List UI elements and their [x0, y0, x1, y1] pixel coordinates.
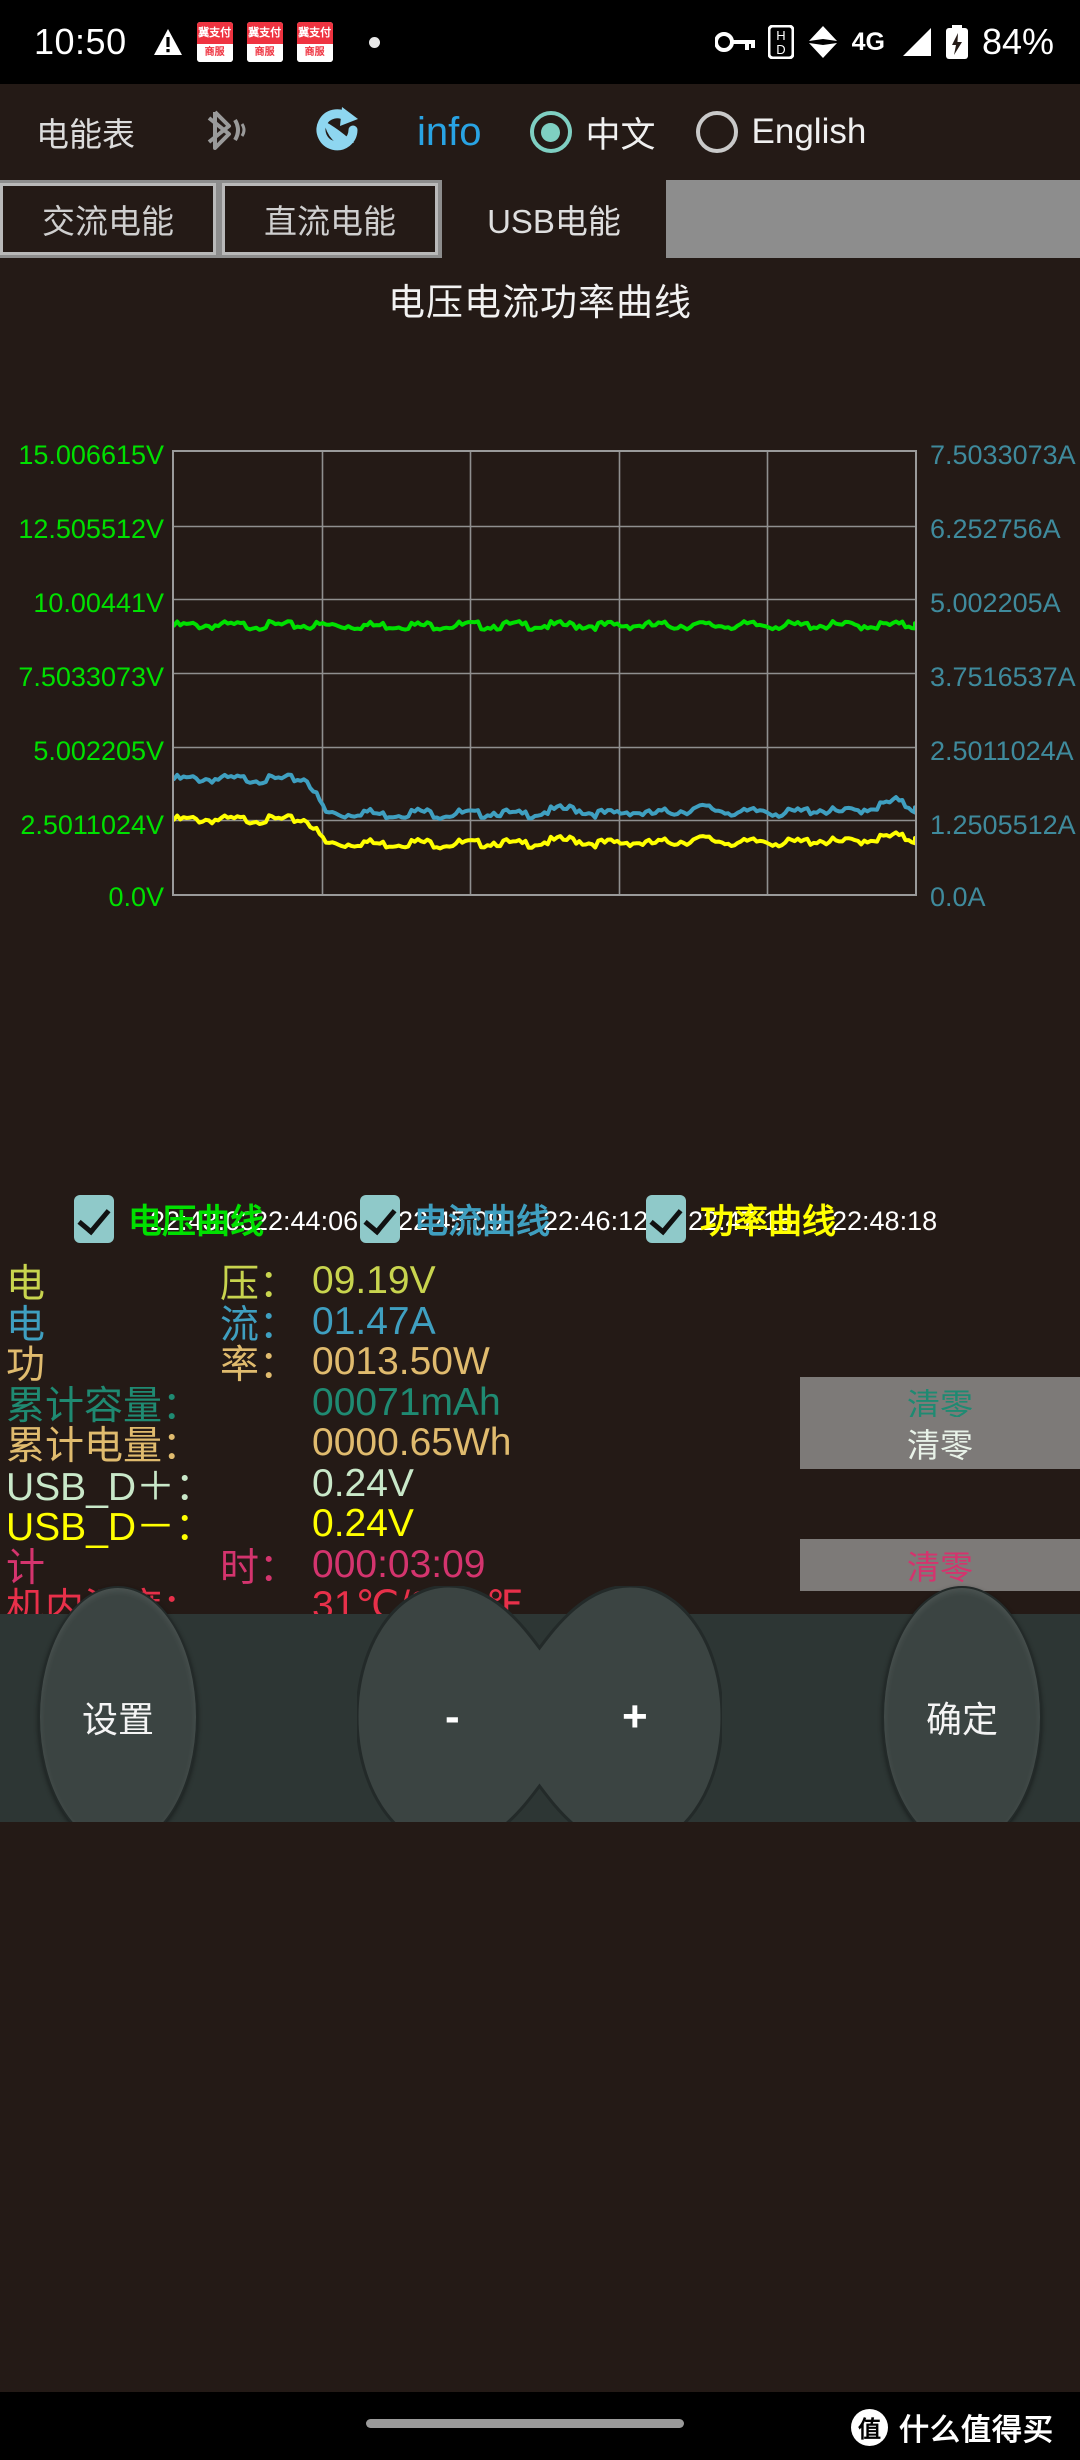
readout-value-usb-dplus: 0.24V — [312, 1461, 414, 1505]
y-axis-left-tick: 2.5011024V — [20, 810, 164, 840]
radio-unselected-icon[interactable] — [695, 111, 738, 153]
y-axis-left-tick: 10.00441V — [33, 588, 164, 618]
clear-timer-button[interactable]: 清零 — [800, 1538, 1080, 1591]
app-badge-bottom: 商服 — [246, 44, 283, 62]
network-type-label: 4G — [851, 27, 885, 56]
y-axis-right-tick: 6.252756A — [930, 514, 1061, 544]
readout-value-power: 0013.50W — [312, 1340, 490, 1384]
readout-value-voltage: 09.19V — [312, 1259, 436, 1303]
empty-area — [0, 1822, 1080, 2392]
readout-value-energy: 0000.65Wh — [312, 1421, 512, 1465]
app-badge-top: 冀支付 — [196, 22, 233, 45]
dot-indicator-icon — [368, 36, 380, 48]
bluetooth-connected-icon[interactable] — [195, 102, 251, 163]
status-bar: 10:50 冀支付 商服 冀支付 商服 冀支付 商服 H D 4G 84% — [0, 0, 1080, 84]
battery-charging-icon — [945, 25, 969, 59]
minus-button-label[interactable]: - — [445, 1692, 460, 1742]
legend-label-current: 电流曲线 — [414, 1203, 550, 1241]
app-badge: 冀支付 商服 — [196, 22, 233, 62]
language-option-chinese[interactable]: 中文 — [529, 107, 656, 158]
phone-screen: 10:50 冀支付 商服 冀支付 商服 冀支付 商服 H D 4G 84% 电能… — [0, 0, 1080, 2460]
chart-canvas — [174, 452, 915, 894]
app-badge-bottom: 商服 — [196, 44, 233, 62]
app-badge: 冀支付 商服 — [296, 22, 333, 62]
legend-item-current[interactable]: 电流曲线 — [360, 1194, 550, 1243]
confirm-button[interactable]: 确定 — [882, 1586, 1042, 1848]
app-badge-top: 冀支付 — [296, 22, 333, 45]
warning-triangle-icon — [153, 28, 183, 56]
checkbox-checked-icon[interactable] — [646, 1194, 686, 1243]
app-badge: 冀支付 商服 — [246, 22, 283, 62]
checkbox-checked-icon[interactable] — [74, 1194, 114, 1243]
app-badge-bottom: 商服 — [296, 44, 333, 62]
y-axis-right-tick: 0.0A — [930, 882, 986, 912]
tab-dc-energy[interactable]: 直流电能 — [222, 183, 438, 255]
tab-bar: 交流电能 直流电能 USB电能 — [0, 180, 1080, 258]
main-content: 电压电流功率曲线 15.006615V 12.505512V 10.00441V… — [0, 258, 1080, 1630]
app-header: 电能表 info 中文 English — [0, 84, 1080, 180]
y-axis-right-tick: 2.5011024A — [930, 736, 1074, 766]
settings-button[interactable]: 设置 — [38, 1586, 198, 1848]
chart-title: 电压电流功率曲线 — [388, 282, 692, 323]
app-badge-top: 冀支付 — [246, 22, 283, 45]
app-title: 电能表 — [36, 116, 135, 153]
readout-value-capacity: 00071mAh — [312, 1380, 501, 1424]
status-right-icons: HD 4G 84% — [714, 21, 1054, 63]
chart-area: 15.006615V 12.505512V 10.00441V 7.503307… — [0, 334, 1080, 1236]
tab-usb-energy[interactable]: USB电能 — [442, 180, 666, 258]
hardware-button-bar: 设置 - + 确定 — [0, 1586, 1080, 1848]
gesture-home-bar[interactable] — [366, 2419, 684, 2428]
language-label-english: English — [751, 112, 867, 151]
legend-label-power: 功率曲线 — [700, 1203, 836, 1241]
battery-percent: 84% — [981, 21, 1054, 62]
info-link[interactable]: info — [417, 110, 482, 155]
watermark-text: 什么值得买 — [899, 2414, 1054, 2447]
readout-value-current: 01.47A — [312, 1299, 436, 1343]
language-label-chinese: 中文 — [585, 115, 656, 155]
legend-label-voltage: 电压曲线 — [128, 1203, 264, 1241]
y-axis-right-tick: 7.5033073A — [930, 440, 1076, 470]
y-axis-left-tick: 0.0V — [108, 882, 164, 912]
svg-text:D: D — [776, 42, 785, 57]
tab-ac-energy[interactable]: 交流电能 — [0, 183, 216, 255]
y-axis-right-tick: 5.002205A — [930, 588, 1061, 618]
legend-item-voltage[interactable]: 电压曲线 — [74, 1194, 264, 1243]
legend-item-power[interactable]: 功率曲线 — [646, 1194, 836, 1243]
status-left-icons: 冀支付 商服 冀支付 商服 冀支付 商服 — [153, 22, 380, 62]
y-axis-left-tick: 7.5033073V — [18, 662, 164, 692]
minus-plus-rocker — [357, 1586, 722, 1848]
watermark-logo-icon: 值 — [851, 2408, 888, 2446]
language-option-english[interactable]: English — [695, 111, 867, 153]
plus-button-label[interactable]: + — [622, 1692, 648, 1742]
y-axis-right-tick: 3.7516537A — [930, 662, 1076, 692]
svg-text:H: H — [776, 28, 785, 43]
signal-bars-icon — [898, 27, 932, 57]
data-transfer-icon — [807, 25, 839, 59]
radio-selected-icon[interactable] — [529, 111, 572, 153]
y-axis-left-tick: 5.002205V — [33, 736, 164, 766]
watermark: 值 什么值得买 — [851, 2405, 1054, 2449]
clear-energy-button[interactable]: 清零 — [800, 1417, 1080, 1470]
status-time: 10:50 — [34, 21, 127, 62]
hd-call-icon: HD — [767, 25, 794, 59]
refresh-sync-icon[interactable] — [306, 99, 372, 166]
y-axis-left-tick: 15.006615V — [18, 440, 164, 470]
chart-plot — [172, 450, 917, 896]
readout-value-usb-dminus: 0.24V — [312, 1502, 414, 1546]
y-axis-left-tick: 12.505512V — [18, 514, 164, 544]
measurement-list: 电压： 09.19V 电流： 01.47A 功率： 0013.50W 累计容量：… — [0, 1259, 1080, 1630]
chart-legend: 电压曲线 电流曲线 功率曲线 — [0, 1194, 1080, 1243]
language-radio-group: 中文 English — [529, 107, 867, 158]
checkbox-checked-icon[interactable] — [360, 1194, 400, 1243]
readout-value-timer: 000:03:09 — [312, 1542, 486, 1586]
vpn-key-icon — [714, 29, 755, 55]
y-axis-right-tick: 1.2505512A — [930, 810, 1076, 840]
